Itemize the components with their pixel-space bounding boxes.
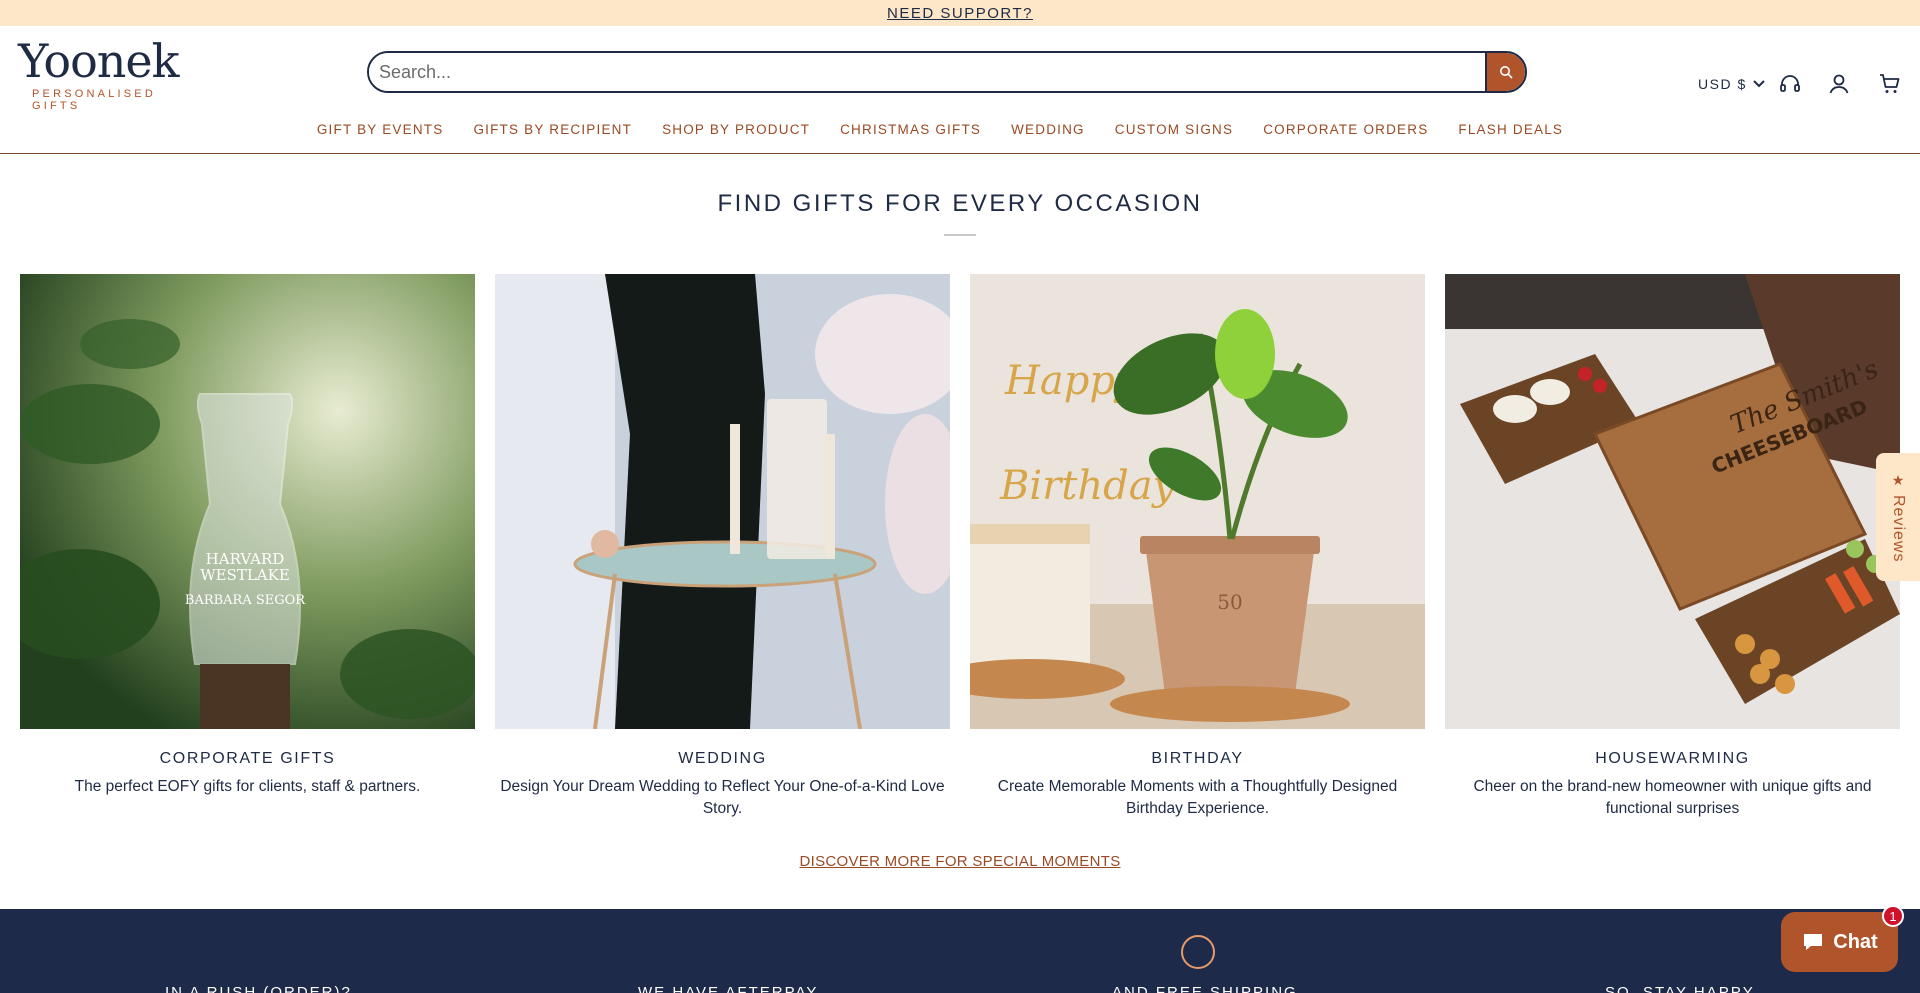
card-title[interactable]: HOUSEWARMING (1445, 750, 1900, 768)
account-button[interactable] (1827, 72, 1851, 96)
card-birthday[interactable]: Happy Birthday 50 BIRTHDAY Create Memora… (970, 274, 1425, 820)
svg-text:50: 50 (1217, 590, 1242, 614)
chat-label: Chat (1833, 930, 1878, 953)
chat-notification-badge: 1 (1882, 905, 1904, 927)
card-title[interactable]: WEDDING (495, 750, 950, 768)
card-description: The perfect EOFY gifts for clients, staf… (74, 778, 421, 795)
title-divider (944, 234, 976, 236)
svg-text:WESTLAKE: WESTLAKE (200, 566, 290, 584)
nav-item-corporate-orders[interactable]: CORPORATE ORDERS (1248, 122, 1443, 137)
card-wedding[interactable]: WEDDING Design Your Dream Wedding to Ref… (495, 274, 950, 820)
nav-item-shop-by-product[interactable]: SHOP BY PRODUCT (647, 122, 825, 137)
logo-tagline: PERSONALISED GIFTS (32, 88, 156, 112)
card-housewarming[interactable]: The Smith's CHEESEBOARD HOUSEWARMING Che… (1445, 274, 1900, 820)
benefits-band: IN A RUSH (ORDER)? WE HAVE AFTERPAY AND … (0, 909, 1920, 993)
section-title: FIND GIFTS FOR EVERY OCCASION (717, 190, 1203, 217)
occasion-cards: HARVARD WESTLAKE BARBARA SEGOR CORPORATE… (20, 274, 1900, 820)
account-icon (1829, 74, 1849, 94)
benefit-rush-order: IN A RUSH (ORDER)? (165, 984, 352, 993)
logo[interactable]: Yoonek PERSONALISED GIFTS (18, 34, 198, 112)
benefit-free-shipping: AND FREE SHIPPING (1112, 984, 1298, 993)
nav-item-gifts-by-recipient[interactable]: GIFTS BY RECIPIENT (458, 122, 647, 137)
benefit-afterpay: WE HAVE AFTERPAY (638, 984, 819, 993)
reviews-tab[interactable]: ★ Reviews (1876, 453, 1920, 581)
svg-text:Birthday: Birthday (999, 463, 1177, 509)
site-header: Yoonek PERSONALISED GIFTS USD $ (0, 26, 1920, 154)
logo-wordmark: Yoonek (18, 34, 179, 88)
card-description: Create Memorable Moments with a Thoughtf… (997, 778, 1398, 817)
need-support-link[interactable]: NEED SUPPORT? (887, 5, 1033, 22)
reviews-label: Reviews (1890, 494, 1907, 563)
nav-item-gift-by-events[interactable]: GIFT BY EVENTS (302, 122, 459, 137)
search-button[interactable] (1485, 53, 1525, 91)
support-headset-icon (1780, 75, 1800, 92)
benefit-stay-happy: SO, STAY HAPPY (1605, 984, 1755, 993)
search-icon (1500, 66, 1513, 79)
star-icon: ★ (1891, 471, 1905, 488)
chevron-down-icon (1753, 80, 1765, 88)
occasion-section-header: FIND GIFTS FOR EVERY OCCASION (0, 190, 1920, 236)
currency-selector[interactable]: USD $ (1698, 76, 1765, 92)
card-title[interactable]: CORPORATE GIFTS (20, 750, 475, 768)
chat-bubble-icon (1804, 934, 1823, 950)
card-image-housewarming[interactable]: The Smith's CHEESEBOARD (1445, 274, 1900, 729)
search-input[interactable] (369, 53, 1485, 91)
card-image-wedding[interactable] (495, 274, 950, 729)
card-description: Design Your Dream Wedding to Reflect You… (500, 778, 945, 817)
card-corporate-gifts[interactable]: HARVARD WESTLAKE BARBARA SEGOR CORPORATE… (20, 274, 475, 820)
nav-item-christmas-gifts[interactable]: CHRISTMAS GIFTS (825, 122, 996, 137)
cart-button[interactable] (1878, 72, 1902, 96)
currency-label: USD $ (1698, 76, 1747, 92)
discover-more-link[interactable]: DISCOVER MORE FOR SPECIAL MOMENTS (799, 853, 1120, 870)
shipping-icon (1181, 935, 1215, 969)
cart-icon (1880, 74, 1900, 93)
search-bar (367, 51, 1527, 93)
card-description: Cheer on the brand-new homeowner with un… (1473, 778, 1872, 817)
nav-item-wedding[interactable]: WEDDING (996, 122, 1100, 137)
support-button[interactable] (1778, 72, 1802, 96)
discover-more: DISCOVER MORE FOR SPECIAL MOMENTS (0, 853, 1920, 871)
svg-text:BARBARA SEGOR: BARBARA SEGOR (185, 593, 306, 608)
card-image-birthday[interactable]: Happy Birthday 50 (970, 274, 1425, 729)
nav-item-custom-signs[interactable]: CUSTOM SIGNS (1100, 122, 1248, 137)
card-title[interactable]: BIRTHDAY (970, 750, 1425, 768)
card-image-corporate[interactable]: HARVARD WESTLAKE BARBARA SEGOR (20, 274, 475, 729)
main-nav: GIFT BY EVENTS GIFTS BY RECIPIENT SHOP B… (0, 122, 1920, 137)
chat-button[interactable]: Chat (1781, 912, 1898, 972)
announcement-bar: NEED SUPPORT? (0, 0, 1920, 26)
nav-item-flash-deals[interactable]: FLASH DEALS (1443, 122, 1578, 137)
